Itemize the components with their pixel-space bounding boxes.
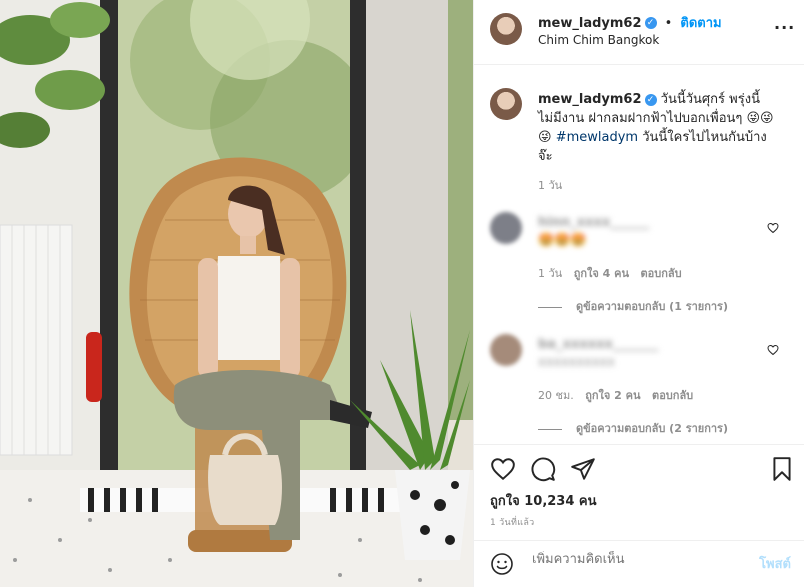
comment-avatar[interactable] — [490, 334, 522, 366]
post-sidebar: mew_ladym62 ✓ • ติดตาม Chim Chim Bangkok … — [473, 0, 804, 587]
reply-button[interactable]: ตอบกลับ — [652, 389, 693, 402]
more-options-icon[interactable]: ··· — [774, 18, 795, 37]
comment-icon[interactable] — [530, 456, 556, 482]
location-link[interactable]: Chim Chim Bangkok — [538, 33, 659, 47]
comment-1-body: hinn_xxxx______ 🤩🤩🤩 — [538, 214, 748, 250]
separator-dot: • — [664, 16, 673, 31]
hashtag-link[interactable]: #mewladym — [556, 130, 638, 145]
post-photo-illustration — [0, 0, 473, 587]
post-comment-button[interactable]: โพสต์ — [759, 553, 791, 574]
bookmark-icon[interactable] — [769, 456, 795, 482]
comment-text: xxxxxxxxxx — [538, 355, 615, 370]
caption-time[interactable]: 1 วัน — [538, 176, 562, 194]
verified-icon: ✓ — [644, 93, 657, 106]
caption: mew_ladym62 ✓ วันนี้วันศุกร์ พรุ่งนี้ไม่ม… — [538, 90, 778, 166]
add-comment-bar: โพสต์ — [474, 540, 804, 588]
comment-username[interactable]: ba_xxxxxx_______ — [538, 337, 658, 352]
post-photo[interactable] — [0, 0, 473, 587]
like-count[interactable]: ถูกใจ 10,234 คน — [490, 490, 597, 511]
comment-text: 🤩🤩🤩 — [538, 233, 587, 248]
post-header: mew_ladym62 ✓ • ติดตาม Chim Chim Bangkok … — [474, 0, 804, 65]
follow-button[interactable]: ติดตาม — [680, 16, 721, 31]
view-replies-button[interactable]: ดูข้อความตอบกลับ (2 รายการ) — [538, 419, 728, 437]
reply-button[interactable]: ตอบกลับ — [641, 267, 682, 280]
post-timestamp[interactable]: 1 วันที่แล้ว — [490, 515, 535, 529]
view-replies-button[interactable]: ดูข้อความตอบกลับ (1 รายการ) — [538, 297, 728, 315]
comment-time[interactable]: 1 วัน — [538, 267, 562, 280]
comment-heart-icon[interactable] — [767, 344, 779, 356]
paper-plane-icon[interactable] — [570, 456, 596, 482]
comment-likes[interactable]: ถูกใจ 4 คน — [574, 267, 629, 280]
comment-username[interactable]: hinn_xxxx______ — [538, 215, 649, 230]
comment-avatar[interactable] — [490, 212, 522, 244]
avatar[interactable] — [490, 13, 522, 45]
verified-icon: ✓ — [644, 16, 657, 29]
emoji-icon[interactable] — [490, 552, 514, 576]
divider-line — [538, 428, 562, 430]
comment-input[interactable] — [530, 551, 734, 568]
heart-icon[interactable] — [490, 456, 516, 482]
comment-2-meta: 20 ชม. ถูกใจ 2 คน ตอบกลับ — [538, 386, 693, 404]
comment-likes[interactable]: ถูกใจ 2 คน — [585, 389, 640, 402]
comment-1-meta: 1 วัน ถูกใจ 4 คน ตอบกลับ — [538, 264, 682, 282]
divider-line — [538, 306, 562, 308]
username-link[interactable]: mew_ladym62 — [538, 16, 642, 31]
comment-time[interactable]: 20 ชม. — [538, 389, 574, 402]
comment-2-body: ba_xxxxxx_______ xxxxxxxxxx — [538, 336, 748, 372]
caption-username[interactable]: mew_ladym62 — [538, 92, 642, 107]
comment-heart-icon[interactable] — [767, 222, 779, 234]
divider — [474, 444, 804, 445]
caption-avatar[interactable] — [490, 88, 522, 120]
